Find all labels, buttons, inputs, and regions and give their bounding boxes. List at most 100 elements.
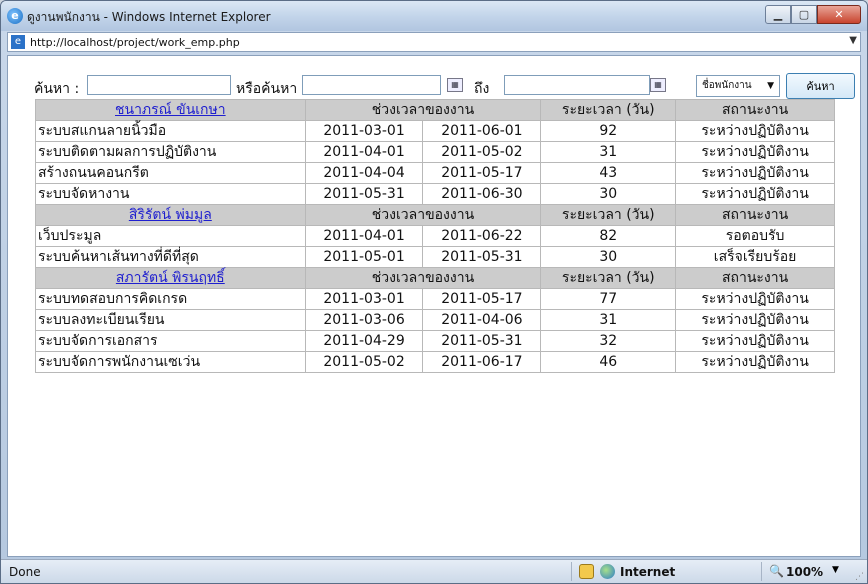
task-name: ระบบลงทะเบียนเรียน	[35, 309, 306, 331]
close-button[interactable]: ✕	[817, 5, 861, 24]
duration-days: 92	[540, 120, 677, 142]
address-url: http://localhost/project/work_emp.php	[30, 36, 240, 49]
resize-grip-icon[interactable]: ⋰	[855, 572, 864, 582]
start-date: 2011-03-01	[304, 120, 424, 142]
table-row: ระบบทดสอบการคิดเกรด 2011-03-01 2011-05-17 7…	[35, 288, 835, 310]
task-status: ระหว่างปฏิบัติงาน	[675, 288, 835, 310]
protected-mode-icon[interactable]	[579, 564, 594, 579]
task-name: ระบบจัดการเอกสาร	[35, 330, 306, 352]
duration-days: 30	[540, 246, 677, 268]
task-name: ระบบจัดการพนักงานเซเว่น	[35, 351, 306, 373]
divider	[761, 562, 762, 581]
window-controls: ▁ ▢ ✕	[765, 5, 861, 24]
start-date: 2011-04-01	[304, 225, 424, 247]
date-from-input[interactable]	[302, 75, 441, 95]
duration-header: ระยะเวลา (วัน)	[540, 267, 677, 289]
end-date: 2011-06-01	[422, 120, 542, 142]
select-value: ชื่อพนักงาน	[702, 80, 752, 91]
search-label: ค้นหา :	[34, 81, 80, 97]
task-name: ระบบค้นหาเส้นทางที่ดีที่สุด	[35, 246, 306, 268]
start-date: 2011-05-02	[304, 351, 424, 373]
work-table: ชนาภรณ์ ขันเกษา ช่วงเวลาของงาน ระยะเวลา (ว…	[35, 99, 835, 373]
employee-cell: ชนาภรณ์ ขันเกษา	[35, 99, 306, 121]
employee-cell: สิริรัตน์ พ่มมูล	[35, 204, 306, 226]
search-button[interactable]: ค้นหา	[786, 73, 855, 99]
group-header-row: สิริรัตน์ พ่มมูล ช่วงเวลาของงาน ระยะเวลา (…	[35, 204, 835, 226]
table-row: ระบบค้นหาเส้นทางที่ดีที่สุด 2011-05-01 201…	[35, 246, 835, 268]
end-date: 2011-05-31	[422, 246, 542, 268]
security-zone[interactable]: Internet	[620, 565, 675, 579]
task-status: ระหว่างปฏิบัติงาน	[675, 183, 835, 205]
page-icon: e	[11, 35, 25, 49]
window-title: ดูงานพนักงาน - Windows Internet Explorer	[27, 10, 271, 24]
zoom-level[interactable]: 100%	[786, 565, 823, 579]
duration-days: 32	[540, 330, 677, 352]
search-row: ค้นหา : หรือค้นหา ▦ ถึง ▦ ชื่อพนักงาน ▼ …	[34, 73, 855, 100]
address-bar[interactable]: e http://localhost/project/work_emp.php …	[7, 32, 861, 52]
period-header: ช่วงเวลาของงาน	[304, 267, 542, 289]
employee-link[interactable]: สิริรัตน์ พ่มมูล	[129, 207, 212, 223]
search-field-select[interactable]: ชื่อพนักงาน ▼	[696, 75, 780, 97]
date-to-input[interactable]	[504, 75, 650, 95]
task-status: ระหว่างปฏิบัติงาน	[675, 309, 835, 331]
end-date: 2011-06-22	[422, 225, 542, 247]
chevron-down-icon: ▼	[767, 81, 774, 91]
minimize-button[interactable]: ▁	[765, 5, 791, 24]
end-date: 2011-05-02	[422, 141, 542, 163]
status-header: สถานะงาน	[675, 99, 835, 121]
employee-link[interactable]: สภารัตน์ พิรนฤทธิ์	[116, 270, 225, 286]
task-status: ระหว่างปฏิบัติงาน	[675, 120, 835, 142]
table-row: ระบบลงทะเบียนเรียน 2011-03-06 2011-04-06 31…	[35, 309, 835, 331]
task-status: ระหว่างปฏิบัติงาน	[675, 351, 835, 373]
duration-header: ระยะเวลา (วัน)	[540, 99, 677, 121]
status-bar: Done Internet 🔍 100% ▼ ⋰	[1, 559, 867, 583]
task-name: ระบบติดตามผลการปฏิบัติงาน	[35, 141, 306, 163]
end-date: 2011-05-31	[422, 330, 542, 352]
end-date: 2011-05-17	[422, 162, 542, 184]
task-name: สร้างถนนคอนกรีต	[35, 162, 306, 184]
task-name: ระบบจัดหางาน	[35, 183, 306, 205]
title-bar[interactable]: e ดูงานพนักงาน - Windows Internet Explor…	[1, 1, 867, 31]
status-header: สถานะงาน	[675, 204, 835, 226]
search-input[interactable]	[87, 75, 231, 95]
end-date: 2011-06-17	[422, 351, 542, 373]
start-date: 2011-03-06	[304, 309, 424, 331]
globe-icon	[600, 564, 615, 579]
end-date: 2011-04-06	[422, 309, 542, 331]
group-header-row: สภารัตน์ พิรนฤทธิ์ ช่วงเวลาของงาน ระยะเวลา…	[35, 267, 835, 289]
duration-days: 46	[540, 351, 677, 373]
start-date: 2011-04-29	[304, 330, 424, 352]
table-row: ระบบจัดการเอกสาร 2011-04-29 2011-05-31 32 ระ…	[35, 330, 835, 352]
start-date: 2011-03-01	[304, 288, 424, 310]
calendar-icon[interactable]: ▦	[650, 78, 666, 92]
zoom-icon[interactable]: 🔍	[769, 564, 784, 578]
start-date: 2011-05-01	[304, 246, 424, 268]
start-date: 2011-05-31	[304, 183, 424, 205]
employee-cell: สภารัตน์ พิรนฤทธิ์	[35, 267, 306, 289]
or-search-label: หรือค้นหา	[236, 81, 298, 97]
table-row: ระบบติดตามผลการปฏิบัติงาน 2011-04-01 2011-…	[35, 141, 835, 163]
chevron-down-icon[interactable]: ▼	[849, 35, 857, 46]
chevron-down-icon[interactable]: ▼	[832, 565, 839, 575]
table-row: ระบบจัดการพนักงานเซเว่น 2011-05-02 2011-06…	[35, 351, 835, 373]
browser-window: e ดูงานพนักงาน - Windows Internet Explor…	[0, 0, 868, 584]
task-status: ระหว่างปฏิบัติงาน	[675, 141, 835, 163]
duration-header: ระยะเวลา (วัน)	[540, 204, 677, 226]
duration-days: 82	[540, 225, 677, 247]
employee-link[interactable]: ชนาภรณ์ ขันเกษา	[115, 102, 226, 118]
ie-icon: e	[7, 8, 23, 24]
start-date: 2011-04-01	[304, 141, 424, 163]
calendar-icon[interactable]: ▦	[447, 78, 463, 92]
duration-days: 30	[540, 183, 677, 205]
task-name: เว็บประมูล	[35, 225, 306, 247]
table-row: ระบบจัดหางาน 2011-05-31 2011-06-30 30 ระหว่า…	[35, 183, 835, 205]
task-status: เสร็จเรียบร้อย	[675, 246, 835, 268]
table-row: เว็บประมูล 2011-04-01 2011-06-22 82 รอตอบรับ	[35, 225, 835, 247]
maximize-button[interactable]: ▢	[791, 5, 817, 24]
duration-days: 77	[540, 288, 677, 310]
table-row: ระบบสแกนลายนิ้วมือ 2011-03-01 2011-06-01 92…	[35, 120, 835, 142]
page-content: ค้นหา : หรือค้นหา ▦ ถึง ▦ ชื่อพนักงาน ▼ …	[7, 55, 861, 557]
task-status: ระหว่างปฏิบัติงาน	[675, 330, 835, 352]
table-row: สร้างถนนคอนกรีต 2011-04-04 2011-05-17 43 ระห…	[35, 162, 835, 184]
end-date: 2011-06-30	[422, 183, 542, 205]
